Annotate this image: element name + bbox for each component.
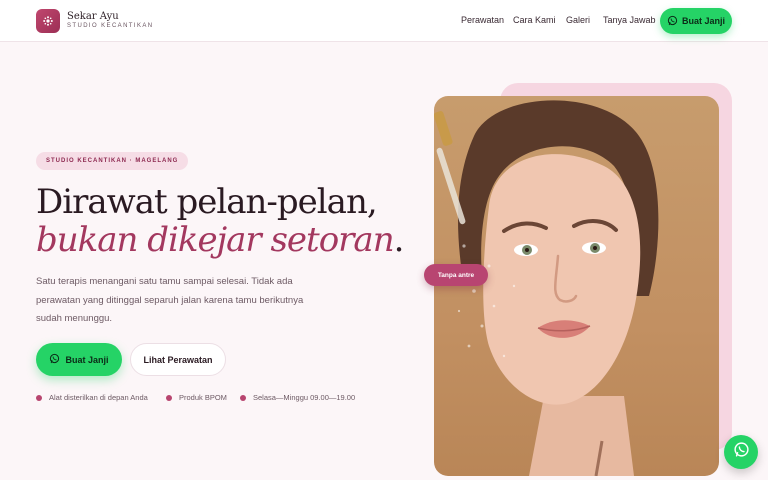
book-appointment-label: Buat Janji <box>65 354 109 365</box>
no-queue-pill: Tanpa antre <box>424 264 488 286</box>
feature-label: Selasa—Minggu 09.00—19.00 <box>253 393 356 402</box>
feature-label: Alat disterilkan di depan Anda <box>49 393 148 402</box>
flower-icon[interactable] <box>36 9 60 33</box>
view-treatments-button[interactable]: Lihat Perawatan <box>130 343 226 376</box>
nav-item-perawatan[interactable]: Perawatan <box>461 15 504 25</box>
headline-line-1: Dirawat pelan-pelan, <box>36 182 378 222</box>
location-badge: STUDIO KECANTIKAN · MAGELANG <box>36 152 189 170</box>
whatsapp-icon <box>49 353 60 366</box>
headline-line-2: bukan dikejar setoran. <box>36 220 405 260</box>
nav-item-cara-kami[interactable]: Cara Kami <box>513 15 556 25</box>
feature-bpom: Produk BPOM <box>166 393 227 402</box>
bullet-icon <box>240 394 246 401</box>
hero-photo <box>434 96 719 476</box>
headline-line-2-text: bukan dikejar setoran <box>36 220 395 260</box>
header-book-label: Buat Janji <box>681 16 725 26</box>
whatsapp-float-button[interactable] <box>724 435 758 469</box>
feature-hours: Selasa—Minggu 09.00—19.00 <box>240 393 355 402</box>
bullet-icon <box>166 394 172 401</box>
brand-name[interactable]: Sekar Ayu <box>67 11 119 22</box>
headline-period: . <box>393 220 405 260</box>
hero-lead: Satu terapis menangani satu tamu sampai … <box>36 276 304 324</box>
site-header: Sekar Ayu STUDIO KECANTIKAN Perawatan Ca… <box>0 0 768 42</box>
feature-sterilized: Alat disterilkan di depan Anda <box>36 393 148 402</box>
feature-label: Produk BPOM <box>179 393 227 402</box>
book-appointment-button[interactable]: Buat Janji <box>36 343 122 376</box>
nav-item-tanya-jawab[interactable]: Tanya Jawab <box>603 15 656 25</box>
whatsapp-icon <box>667 15 678 28</box>
brand-subtitle: STUDIO KECANTIKAN <box>67 23 154 29</box>
header-book-button[interactable]: Buat Janji <box>660 8 732 34</box>
nav-item-galeri[interactable]: Galeri <box>566 15 590 25</box>
model-portrait-illustration <box>434 100 659 476</box>
whatsapp-icon <box>733 441 750 463</box>
bullet-icon <box>36 394 42 401</box>
